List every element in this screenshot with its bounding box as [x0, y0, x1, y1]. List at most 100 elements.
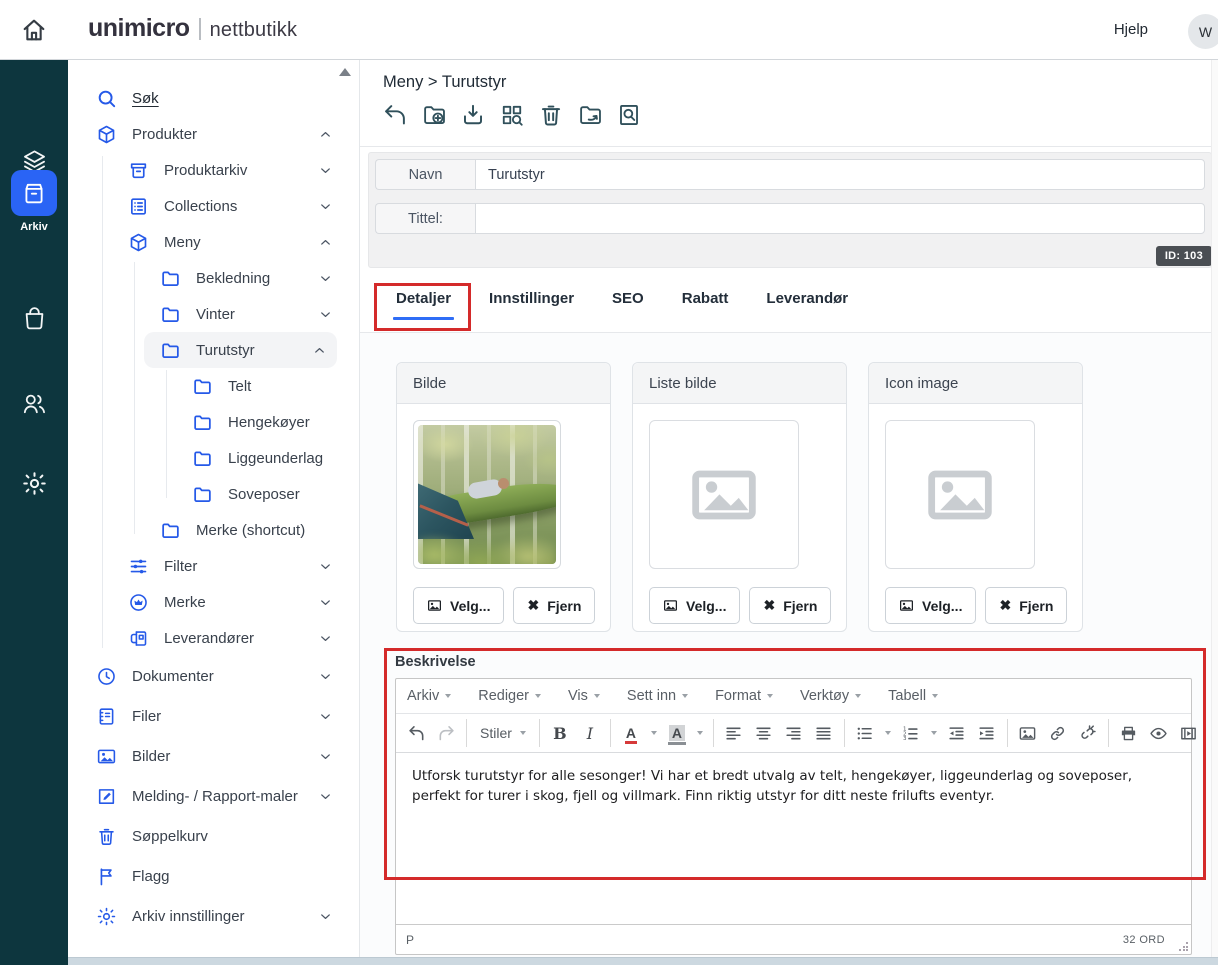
rail-item-settings[interactable] — [0, 470, 68, 497]
chevron-down-icon[interactable] — [318, 595, 333, 610]
tab-rabatt[interactable]: Rabatt — [682, 290, 729, 320]
chevron-down-icon[interactable] — [318, 631, 333, 646]
align-right-button[interactable] — [780, 719, 808, 747]
preview-doc-icon[interactable] — [616, 102, 642, 128]
avatar[interactable]: W — [1188, 14, 1218, 49]
chevron-down-icon[interactable] — [318, 199, 333, 214]
chevron-down-icon[interactable] — [318, 909, 333, 924]
tab-seo[interactable]: SEO — [612, 290, 644, 320]
sidebar-item-merke-shortcut-[interactable]: Merke (shortcut) — [68, 512, 359, 548]
chevron-down-icon[interactable] — [318, 669, 333, 684]
chevron-down-icon[interactable] — [318, 163, 333, 178]
sidebar-item-flagg[interactable]: Flagg — [68, 856, 359, 896]
sidebar-item-leverandører[interactable]: Leverandører — [68, 620, 359, 656]
editor-menu-tabell[interactable]: Tabell — [888, 688, 938, 704]
unlink-button[interactable] — [1074, 719, 1102, 747]
bold-button[interactable]: B — [546, 719, 574, 747]
indent-button[interactable] — [973, 719, 1001, 747]
sidebar-item-telt[interactable]: Telt — [68, 368, 359, 404]
align-justify-button[interactable] — [810, 719, 838, 747]
editor-menu-verktøy[interactable]: Verktøy — [800, 688, 861, 704]
tab-leverandør[interactable]: Leverandør — [766, 290, 848, 320]
chevron-down-icon[interactable] — [318, 749, 333, 764]
text-color-caret[interactable] — [647, 719, 661, 747]
media-button[interactable] — [1175, 719, 1203, 747]
highlight-color-button[interactable]: A — [663, 719, 691, 747]
image-thumbnail[interactable] — [413, 420, 561, 569]
bullet-list-button[interactable] — [851, 719, 879, 747]
sidebar-item-melding-rapport-maler[interactable]: Melding- / Rapport-maler — [68, 776, 359, 816]
sidebar-item-filer[interactable]: Filer — [68, 696, 359, 736]
align-center-button[interactable] — [750, 719, 778, 747]
editor-menu-format[interactable]: Format — [715, 688, 773, 704]
editor-menu-vis[interactable]: Vis — [568, 688, 600, 704]
main-scrollbar-track[interactable] — [1211, 60, 1218, 965]
chevron-down-icon[interactable] — [318, 709, 333, 724]
import-icon[interactable] — [460, 102, 486, 128]
tab-detaljer[interactable]: Detaljer — [396, 290, 451, 320]
sidebar-item-hengekøyer[interactable]: Hengekøyer — [68, 404, 359, 440]
sidebar-item-turutstyr[interactable]: Turutstyr — [144, 332, 337, 368]
choose-image-button[interactable]: Velg... — [413, 587, 504, 624]
chevron-down-icon[interactable] — [318, 789, 333, 804]
sidebar-item-bekledning[interactable]: Bekledning — [68, 260, 359, 296]
sidebar-item-søppelkurv[interactable]: Søppelkurv — [68, 816, 359, 856]
sidebar-item-collections[interactable]: Collections — [68, 188, 359, 224]
chevron-down-icon[interactable] — [318, 559, 333, 574]
remove-image-button[interactable]: ✖Fjern — [985, 587, 1067, 624]
tab-innstillinger[interactable]: Innstillinger — [489, 290, 574, 320]
move-folder-icon[interactable] — [577, 102, 603, 128]
text-color-button[interactable]: A — [617, 719, 645, 747]
name-input[interactable] — [475, 159, 1205, 190]
align-left-button[interactable] — [720, 719, 748, 747]
remove-image-button[interactable]: ✖Fjern — [749, 587, 831, 624]
bullet-list-caret[interactable] — [881, 719, 895, 747]
preview-button[interactable] — [1145, 719, 1173, 747]
help-link[interactable]: Hjelp — [1114, 21, 1148, 38]
sidebar-item-filter[interactable]: Filter — [68, 548, 359, 584]
rail-item-arkiv[interactable]: Arkiv — [11, 170, 57, 233]
sidebar-item-produkter[interactable]: Produkter — [68, 116, 359, 152]
sidebar-item-vinter[interactable]: Vinter — [68, 296, 359, 332]
numbered-list-button[interactable]: 123 — [897, 719, 925, 747]
chevron-down-icon[interactable] — [318, 307, 333, 322]
sidebar-item-produktarkiv[interactable]: Produktarkiv — [68, 152, 359, 188]
add-folder-icon[interactable] — [421, 102, 447, 128]
sidebar-item-søk[interactable]: Søk — [68, 80, 359, 116]
undo-button[interactable] — [402, 719, 430, 747]
editor-menu-sett-inn[interactable]: Sett inn — [627, 688, 688, 704]
chevron-up-icon[interactable] — [318, 235, 333, 250]
sidebar-item-dokumenter[interactable]: Dokumenter — [68, 656, 359, 696]
chevron-down-icon[interactable] — [318, 271, 333, 286]
rail-item-users[interactable] — [0, 390, 68, 417]
editor-menu-arkiv[interactable]: Arkiv — [407, 688, 451, 704]
editor-menu-rediger[interactable]: Rediger — [478, 688, 541, 704]
insert-image-button[interactable] — [1014, 719, 1042, 747]
delete-icon[interactable] — [538, 102, 564, 128]
choose-image-button[interactable]: Velg... — [885, 587, 976, 624]
scroll-up-icon[interactable] — [339, 68, 351, 76]
outdent-button[interactable] — [943, 719, 971, 747]
browse-grid-icon[interactable] — [499, 102, 525, 128]
element-path[interactable]: P — [406, 933, 414, 947]
rail-item-shopping-bag[interactable] — [0, 305, 68, 332]
home-icon[interactable] — [20, 16, 48, 44]
resize-grip-icon[interactable] — [1179, 942, 1188, 951]
choose-image-button[interactable]: Velg... — [649, 587, 740, 624]
numbered-list-caret[interactable] — [927, 719, 941, 747]
editor-content[interactable]: Utforsk turutstyr for alle sesonger! Vi … — [396, 753, 1191, 924]
styles-select[interactable]: Stiler — [473, 719, 533, 747]
sidebar-item-soveposer[interactable]: Soveposer — [68, 476, 359, 512]
sidebar-item-bilder[interactable]: Bilder — [68, 736, 359, 776]
sidebar-item-liggeunderlag[interactable]: Liggeunderlag — [68, 440, 359, 476]
link-button[interactable] — [1044, 719, 1072, 747]
highlight-color-caret[interactable] — [693, 719, 707, 747]
title-input[interactable] — [475, 203, 1205, 234]
remove-image-button[interactable]: ✖Fjern — [513, 587, 595, 624]
sidebar-item-meny[interactable]: Meny — [68, 224, 359, 260]
redo-button[interactable] — [432, 719, 460, 747]
italic-button[interactable]: I — [576, 719, 604, 747]
sidebar-item-arkiv-innstillinger[interactable]: Arkiv innstillinger — [68, 896, 359, 936]
chevron-up-icon[interactable] — [318, 127, 333, 142]
back-icon[interactable] — [382, 102, 408, 128]
